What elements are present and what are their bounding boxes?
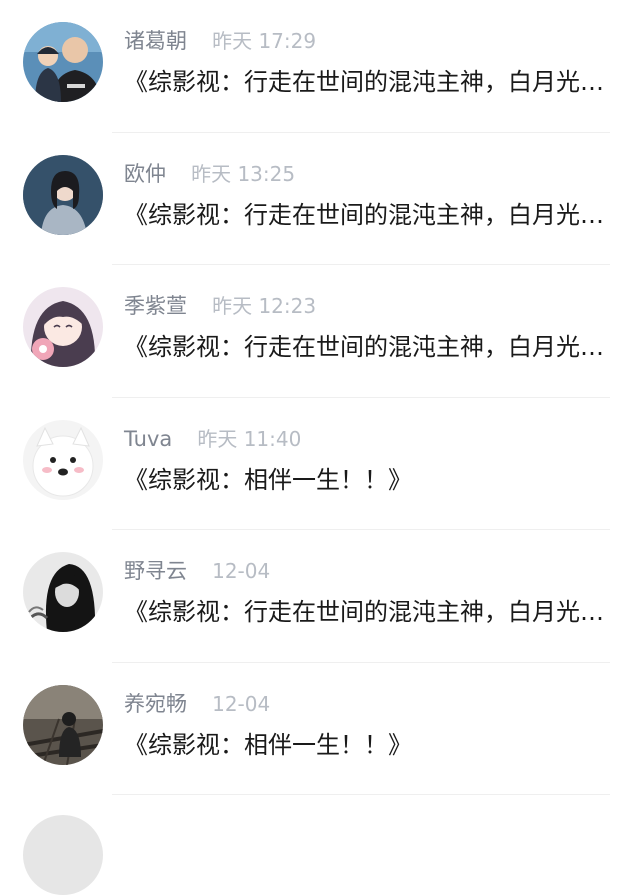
timestamp: 12-04	[212, 559, 271, 583]
avatar[interactable]	[23, 287, 103, 367]
comment-item[interactable]: 欧仲 昨天 13:25 《综影视：行走在世间的混沌主神，白月光…	[0, 133, 640, 265]
comment-item[interactable]: 养宛畅 12-04 《综影视：相伴一生！！》	[0, 663, 640, 795]
comment-meta: 野寻云 12-04	[124, 556, 270, 586]
timestamp: 昨天 12:23	[212, 294, 317, 318]
comment-meta: 季紫萱 昨天 12:23	[124, 291, 316, 321]
avatar[interactable]	[23, 684, 103, 765]
comment-meta: 诸葛朝 昨天 17:29	[124, 26, 316, 56]
avatar[interactable]	[23, 154, 103, 235]
avatar-image	[23, 684, 103, 765]
comment-text[interactable]: 《综影视：行走在世间的混沌主神，白月光…	[124, 197, 634, 233]
avatar[interactable]	[23, 22, 103, 102]
comment-meta: 养宛畅 12-04	[124, 689, 270, 719]
user-name[interactable]: 欧仲	[124, 162, 166, 186]
avatar-image	[23, 22, 103, 102]
comment-meta: 欧仲 昨天 13:25	[124, 159, 295, 189]
user-name[interactable]: 养宛畅	[124, 692, 187, 716]
comment-text[interactable]: 《综影视：行走在世间的混沌主神，白月光…	[124, 594, 634, 630]
comment-meta: Tuva 昨天 11:40	[124, 424, 301, 454]
comment-text[interactable]: 《综影视：相伴一生！！》	[124, 462, 634, 498]
user-name[interactable]: 季紫萱	[124, 294, 187, 318]
comment-item[interactable]: 季紫萱 昨天 12:23 《综影视：行走在世间的混沌主神，白月光…	[0, 265, 640, 398]
timestamp: 昨天 11:40	[197, 426, 302, 451]
timestamp: 昨天 17:29	[212, 29, 317, 53]
comment-item[interactable]: 野寻云 12-04 《综影视：行走在世间的混沌主神，白月光…	[0, 530, 640, 663]
comment-item[interactable]: Tuva 昨天 11:40 《综影视：相伴一生！！》	[0, 398, 640, 530]
comment-item[interactable]: 诸葛朝 昨天 17:29 《综影视：行走在世间的混沌主神，白月光…	[0, 0, 640, 133]
comment-text[interactable]: 《综影视：相伴一生！！》	[124, 727, 634, 763]
avatar-image	[23, 287, 103, 367]
user-name[interactable]: Tuva	[124, 427, 172, 451]
divider	[112, 794, 610, 795]
timestamp: 昨天 13:25	[191, 161, 296, 186]
avatar[interactable]	[23, 815, 103, 895]
avatar[interactable]	[23, 419, 103, 500]
comment-text[interactable]: 《综影视：行走在世间的混沌主神，白月光…	[124, 64, 634, 100]
user-name[interactable]: 野寻云	[124, 559, 187, 583]
comment-list: 诸葛朝 昨天 17:29 《综影视：行走在世间的混沌主神，白月光… 欧仲 昨天 …	[0, 0, 640, 795]
comment-text[interactable]: 《综影视：行走在世间的混沌主神，白月光…	[124, 329, 634, 365]
user-name[interactable]: 诸葛朝	[124, 29, 187, 53]
avatar-image	[23, 154, 103, 235]
timestamp: 12-04	[212, 691, 271, 716]
avatar-image	[23, 419, 103, 500]
avatar[interactable]	[23, 552, 103, 632]
avatar-image	[23, 552, 103, 632]
